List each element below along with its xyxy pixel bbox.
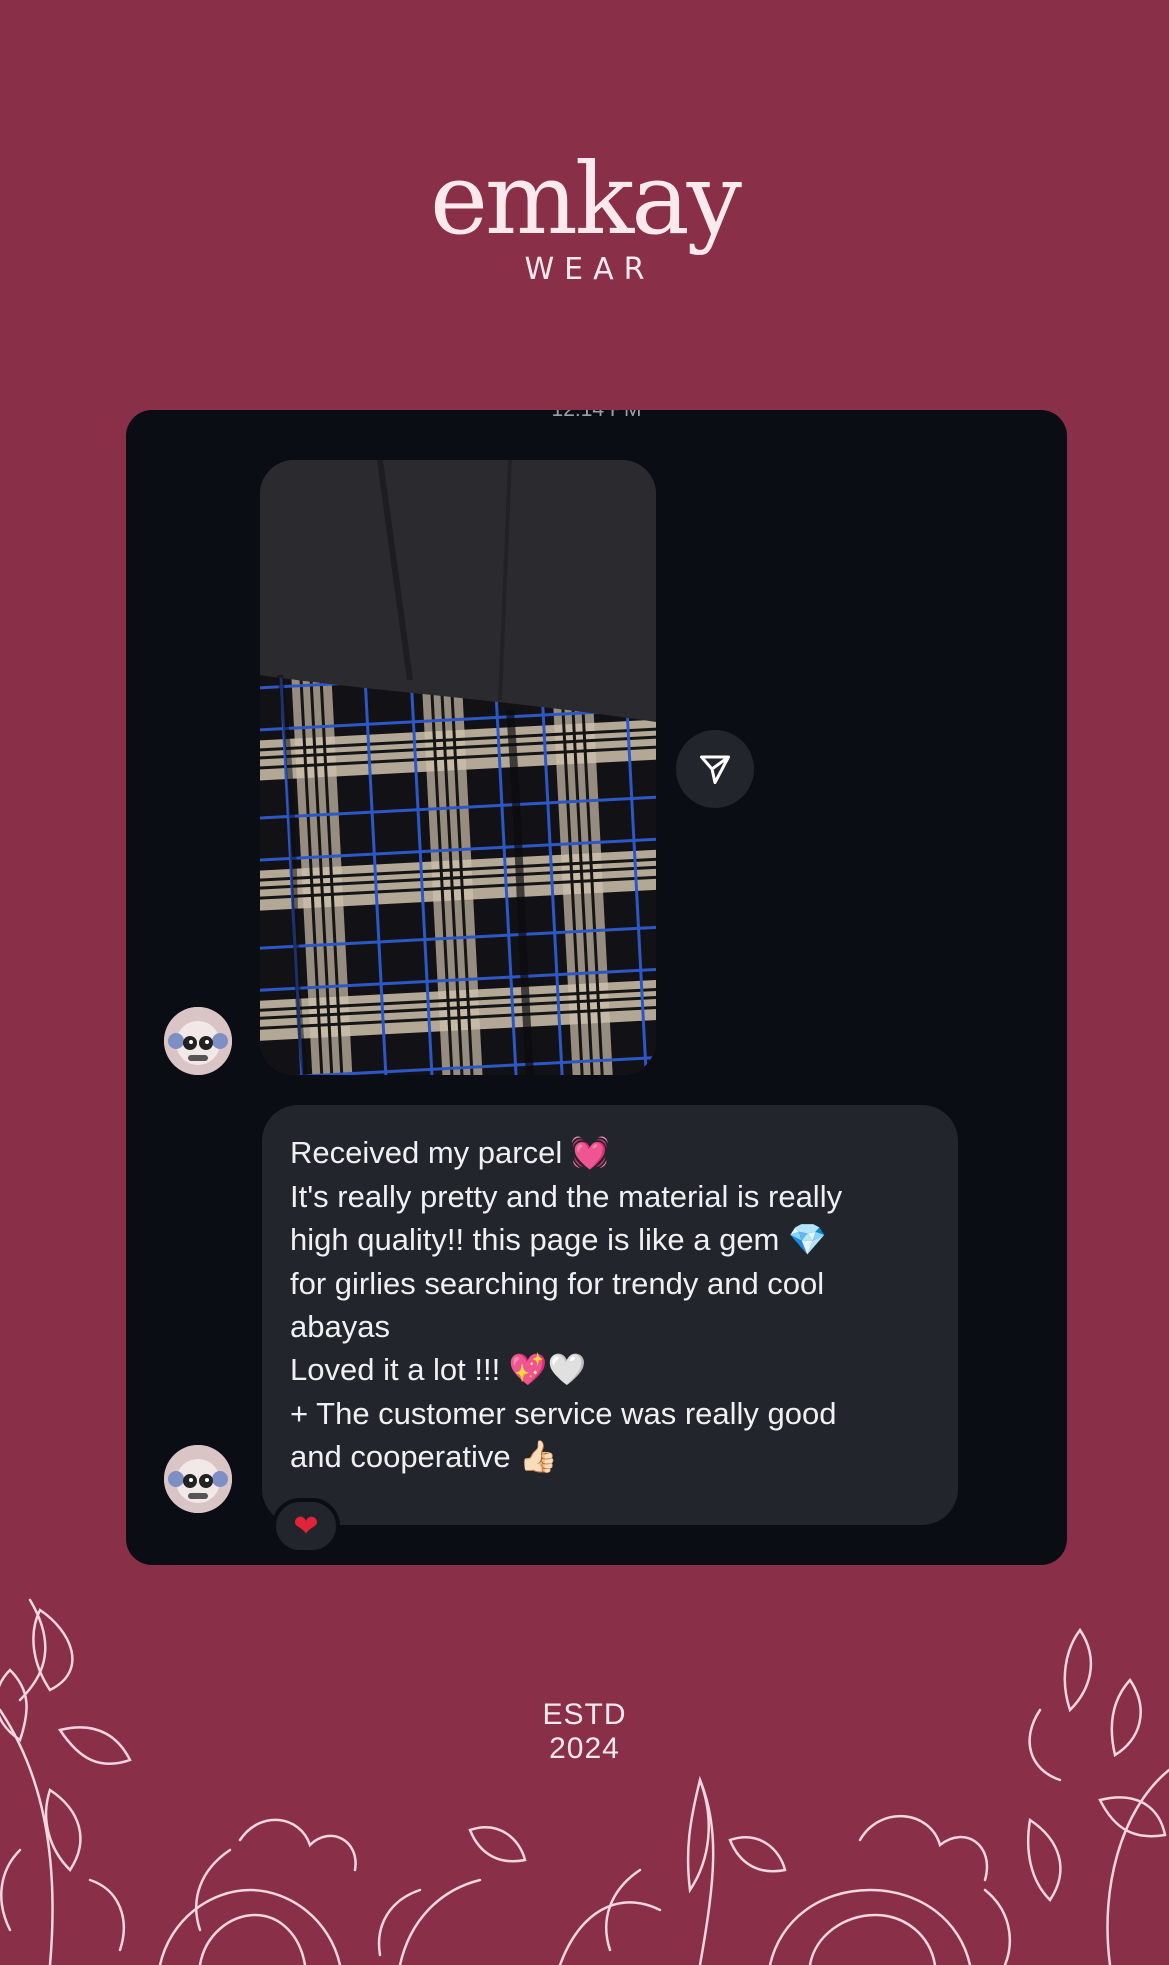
message-timestamp: 12:14 PM xyxy=(126,410,1067,422)
message-line: Loved it a lot !!! 💖🤍 xyxy=(290,1352,587,1388)
thumbs-up-emoji-icon: 👍🏻 xyxy=(519,1439,558,1475)
chat-screenshot-card: 12:14 PM xyxy=(126,410,1067,1565)
heart-emoji-icon: 💓 xyxy=(570,1135,610,1171)
fabric-photo-image xyxy=(260,460,656,1075)
floral-decoration xyxy=(0,1598,1169,1965)
brand-subtitle: WEAR xyxy=(524,252,655,287)
paper-plane-icon xyxy=(700,755,730,784)
established-badge: ESTD 2024 xyxy=(0,1698,1169,1766)
avatar-icon xyxy=(164,1007,232,1075)
avatar-icon xyxy=(164,1445,232,1513)
message-line: and cooperative 👍🏻 xyxy=(290,1439,558,1475)
message-line: abayas xyxy=(290,1309,390,1344)
estd-year: 2024 xyxy=(549,1732,620,1765)
message-bubble[interactable]: Received my parcel 💓 It's really pretty … xyxy=(262,1105,958,1525)
brand-logo: emkay WEAR xyxy=(0,150,1169,287)
message-line: high quality!! this page is like a gem 💎 xyxy=(290,1222,827,1258)
heart-reaction[interactable]: ❤ xyxy=(272,1498,340,1554)
share-button[interactable] xyxy=(676,730,754,808)
heart-icon: ❤ xyxy=(293,1509,319,1543)
sender-avatar[interactable] xyxy=(164,1445,232,1513)
gem-emoji-icon: 💎 xyxy=(788,1222,827,1258)
message-line: Received my parcel 💓 xyxy=(290,1135,610,1171)
white-heart-emoji-icon: 🤍 xyxy=(547,1352,587,1388)
brand-name: emkay xyxy=(429,143,742,257)
shared-photo[interactable] xyxy=(260,460,656,1075)
message-line: + The customer service was really good xyxy=(290,1396,837,1431)
sender-avatar[interactable] xyxy=(164,1007,232,1075)
message-line: for girlies searching for trendy and coo… xyxy=(290,1266,825,1301)
message-line: It's really pretty and the material is r… xyxy=(290,1179,843,1214)
estd-label: ESTD xyxy=(542,1698,627,1731)
sparkling-heart-emoji-icon: 💖 xyxy=(508,1352,548,1388)
